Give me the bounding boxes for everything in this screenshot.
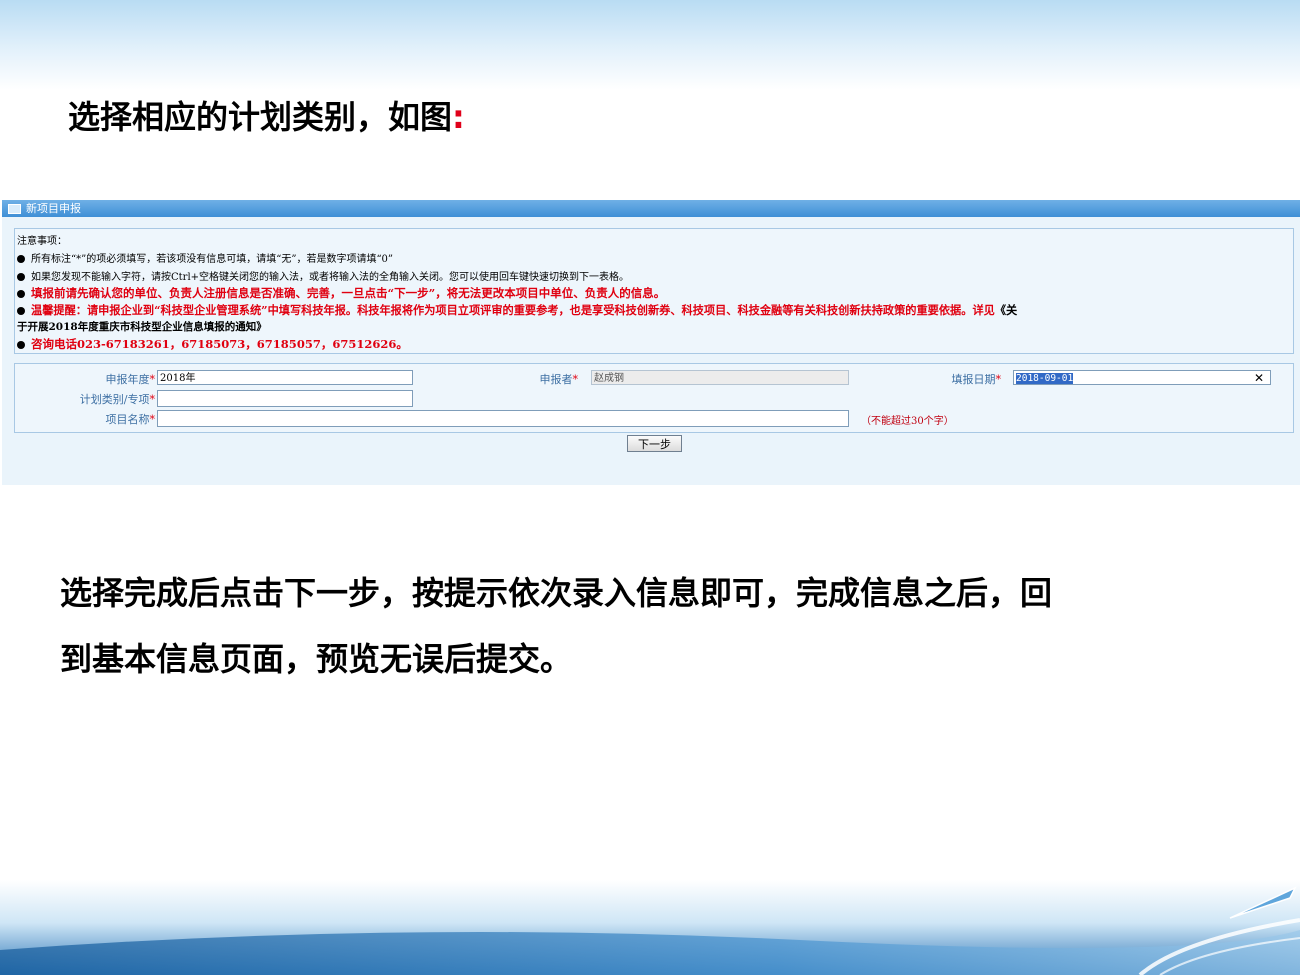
plan-category-label: 计划类别/专项* <box>79 393 155 406</box>
notice-heading: 注意事项： <box>17 236 67 247</box>
window-icon <box>8 203 21 214</box>
notice-link-text[interactable]: 《关 <box>995 303 1017 317</box>
applicant-label: 申报者* <box>539 373 579 386</box>
notice-panel: 注意事项： 所有标注“*”的项必须填写，若该项没有信息可填，请填“无”，若是数字… <box>14 228 1294 354</box>
next-step-button[interactable]: 下一步 <box>627 435 682 452</box>
bullet-icon <box>17 290 25 298</box>
notice-text: 填报前请先确认您的单位、负责人注册信息是否准确、完善，一旦点击“下一步”，将无法… <box>31 286 666 300</box>
notice-text: 咨询电话023-67183261，67185073，67185057，67512… <box>31 337 408 351</box>
slide-title: 选择相应的计划类别，如图: <box>68 92 465 138</box>
project-name-input[interactable] <box>157 410 849 427</box>
instruction-text: 选择完成后点击下一步，按提示依次录入信息即可，完成信息之后，回 到基本信息页面，… <box>60 560 1260 692</box>
window-title: 新项目申报 <box>26 202 81 215</box>
notice-item: 咨询电话023-67183261，67185073，67185057，67512… <box>17 336 408 352</box>
project-form: 申报年度* 2018年 申报者* 赵成钢 填报日期* 2018-09-01 ✕ 计… <box>14 363 1294 433</box>
notice-item: 温馨提醒：请申报企业到“科技型企业管理系统”中填写科技年报。科技年报将作为项目立… <box>17 302 1017 318</box>
notice-text: 所有标注“*”的项必须填写，若该项没有信息可填，请填“无”，若是数字项请填“0” <box>31 254 394 265</box>
notice-item: 所有标注“*”的项必须填写，若该项没有信息可填，请填“无”，若是数字项请填“0” <box>17 250 393 265</box>
slide-title-colon: : <box>452 98 465 136</box>
applicant-input: 赵成钢 <box>591 370 849 385</box>
year-label: 申报年度* <box>105 373 156 386</box>
instruction-line: 选择完成后点击下一步，按提示依次录入信息即可，完成信息之后，回 <box>60 574 1053 612</box>
embedded-screenshot: 新项目申报 注意事项： 所有标注“*”的项必须填写，若该项没有信息可填，请填“无… <box>2 200 1300 485</box>
year-input[interactable]: 2018年 <box>157 370 413 385</box>
notice-item: 如果您发现不能输入字符，请按Ctrl+空格键关闭您的输入法，或者将输入法的全角输… <box>17 268 629 283</box>
project-name-hint: （不能超过30个字） <box>861 416 954 427</box>
notice-text: 温馨提醒：请申报企业到“科技型企业管理系统”中填写科技年报。科技年报将作为项目立… <box>31 303 995 317</box>
notice-link-text[interactable]: 于开展2018年度重庆市科技型企业信息填报的通知》 <box>17 321 267 333</box>
date-label: 填报日期* <box>951 373 1002 386</box>
project-name-label: 项目名称* <box>105 413 156 426</box>
instruction-line: 到基本信息页面，预览无误后提交。 <box>60 640 573 678</box>
bullet-icon <box>17 341 25 349</box>
date-input[interactable]: 2018-09-01 ✕ <box>1013 370 1271 385</box>
notice-item: 填报前请先确认您的单位、负责人注册信息是否准确、完善，一旦点击“下一步”，将无法… <box>17 285 665 301</box>
bottom-decoration <box>0 880 1300 975</box>
bullet-icon <box>17 255 25 263</box>
clear-icon[interactable]: ✕ <box>1254 371 1264 386</box>
notice-text: 如果您发现不能输入字符，请按Ctrl+空格键关闭您的输入法，或者将输入法的全角输… <box>31 272 630 283</box>
notice-item: 于开展2018年度重庆市科技型企业信息填报的通知》 <box>17 319 267 334</box>
bullet-icon <box>17 273 25 281</box>
slide-title-text: 选择相应的计划类别，如图 <box>68 98 453 136</box>
plan-category-select[interactable] <box>157 390 413 407</box>
top-gradient-band <box>0 0 1300 90</box>
bullet-icon <box>17 307 25 315</box>
window-titlebar: 新项目申报 <box>2 200 1300 217</box>
